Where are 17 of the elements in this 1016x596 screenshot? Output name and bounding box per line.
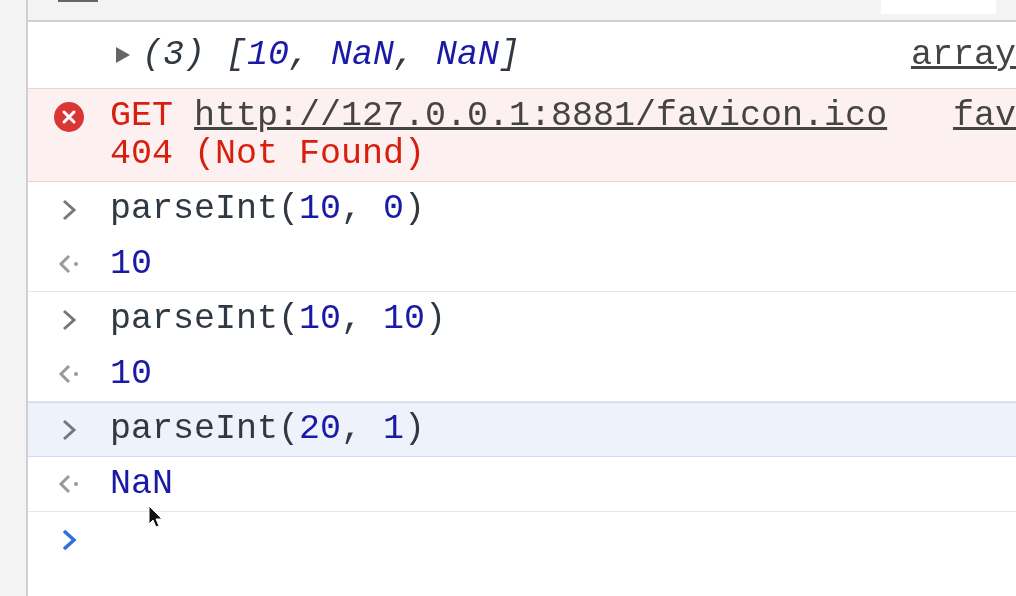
result-value: NaN bbox=[110, 464, 173, 504]
error-message: GET http://127.0.0.1:8881/favicon.ico 404 (Not Found) bbox=[110, 97, 888, 173]
result-arrow-icon bbox=[57, 363, 81, 385]
source-link[interactable]: array bbox=[910, 28, 1016, 82]
mouse-cursor-icon bbox=[148, 505, 164, 529]
result-value: 10 bbox=[110, 354, 152, 394]
command-text: parseInt(10, 0) bbox=[110, 190, 426, 229]
command-text: parseInt(10, 10) bbox=[110, 300, 447, 339]
command-text: parseInt(20, 1) bbox=[110, 410, 426, 449]
expand-triangle-icon[interactable] bbox=[114, 45, 132, 65]
result-arrow-icon bbox=[57, 473, 81, 495]
result-arrow-icon bbox=[57, 253, 81, 275]
log-message: (3) [10, NaN, NaN] bbox=[142, 35, 521, 75]
url-link[interactable]: http://127.0.0.1:8881/favicon.ico bbox=[194, 96, 888, 136]
source-link[interactable]: fav bbox=[953, 97, 1016, 135]
result-value: 10 bbox=[110, 244, 152, 284]
error-icon bbox=[53, 101, 85, 133]
